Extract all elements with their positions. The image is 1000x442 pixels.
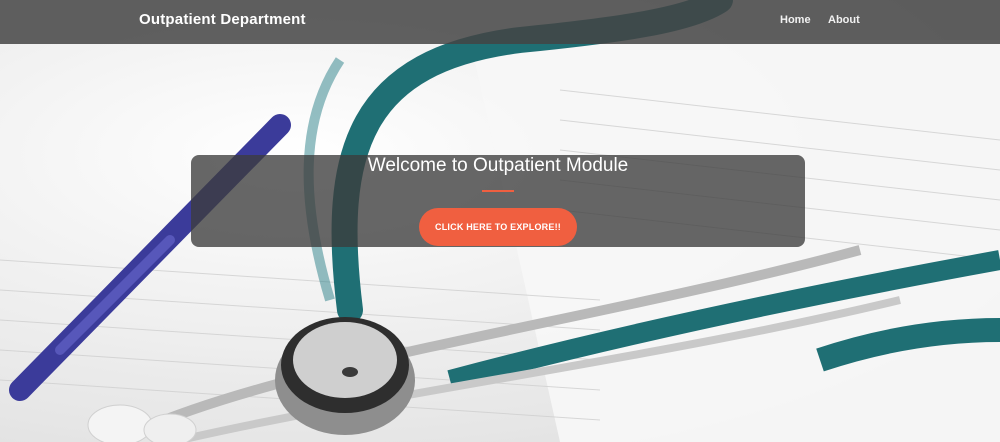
brand-title[interactable]: Outpatient Department [139,11,306,28]
explore-button[interactable]: CLICK HERE TO EXPLORE!! [419,208,577,246]
nav-link-home[interactable]: Home [780,14,811,26]
nav-link-about[interactable]: About [828,14,860,26]
heading-divider [482,190,514,192]
page: Outpatient Department Home About Welcome… [0,0,1000,442]
welcome-heading: Welcome to Outpatient Module [367,155,629,176]
welcome-panel: Welcome to Outpatient Module CLICK HERE … [191,155,805,247]
top-navbar: Outpatient Department Home About [0,0,1000,44]
